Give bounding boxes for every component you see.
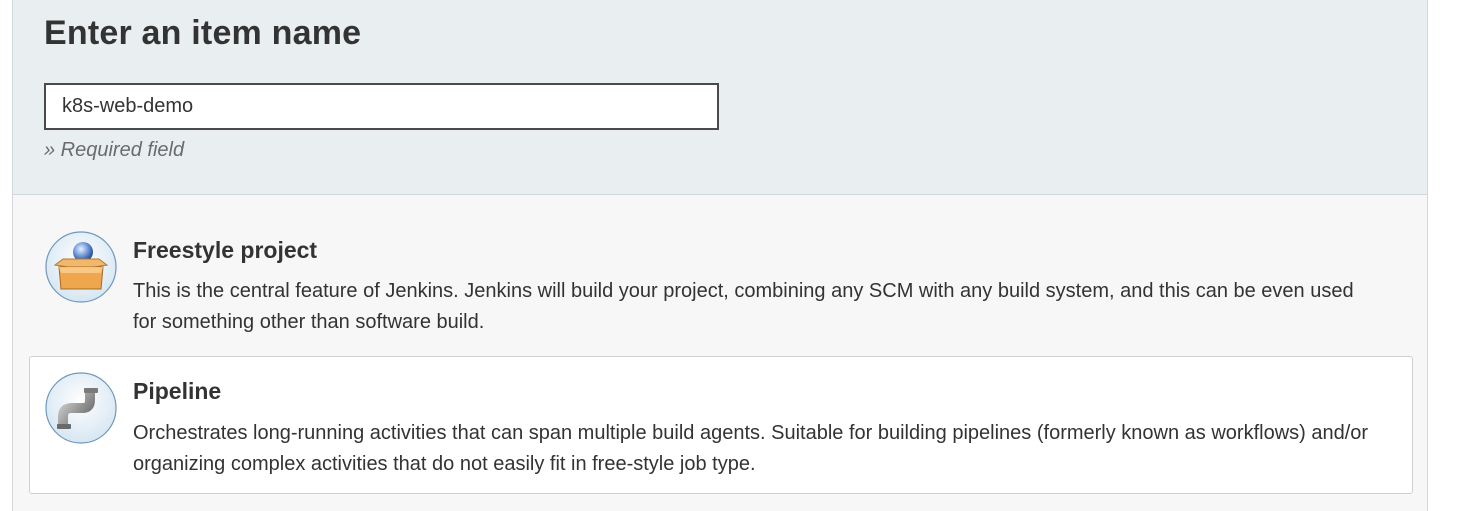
item-type-pipeline[interactable]: Pipeline Orchestrates long-running activ… — [29, 356, 1413, 494]
new-item-page: Enter an item name » Required field — [0, 0, 1471, 511]
item-type-description: This is the central feature of Jenkins. … — [133, 280, 1354, 333]
new-item-panel: Enter an item name » Required field — [12, 0, 1428, 511]
item-type-freestyle-project[interactable]: Freestyle project This is the central fe… — [29, 222, 1413, 346]
pipeline-pipe-icon — [45, 372, 117, 444]
item-name-input[interactable] — [44, 83, 719, 130]
item-type-title: Freestyle project — [133, 237, 318, 263]
item-type-description: Orchestrates long-running activities tha… — [133, 422, 1369, 475]
item-type-title: Pipeline — [133, 378, 222, 404]
required-field-note: » Required field — [44, 139, 185, 161]
item-name-header: Enter an item name » Required field — [13, 0, 1427, 195]
page-title: Enter an item name — [44, 14, 362, 52]
freestyle-project-box-icon — [45, 231, 117, 303]
